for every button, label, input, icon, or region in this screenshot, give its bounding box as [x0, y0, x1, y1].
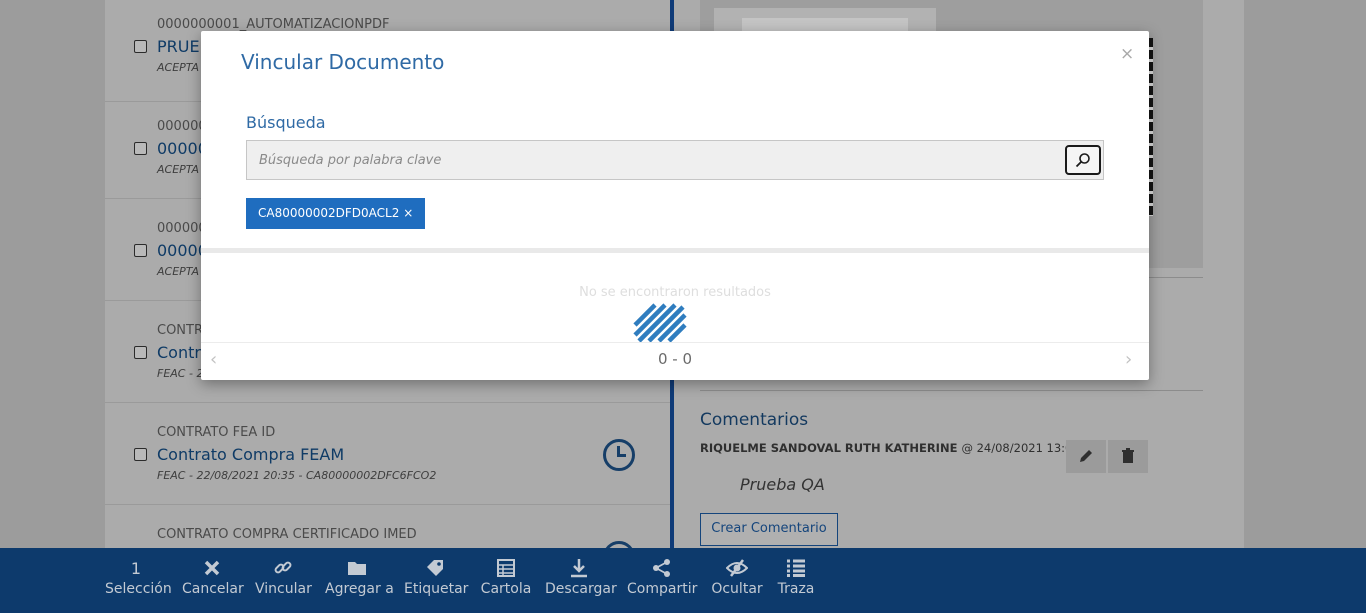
toolbar-label: Cancelar: [182, 581, 244, 597]
list-icon: [776, 556, 816, 580]
left-gutter: [0, 0, 105, 548]
item-code: CONTRATO COMPRA CERTIFICADO IMED: [157, 527, 417, 542]
toolbar-label: Descargar: [545, 581, 617, 597]
item-meta: ACEPTA -: [157, 61, 207, 74]
share-icon: [627, 556, 697, 580]
toolbar-add-to-button[interactable]: Agregar a: [325, 556, 394, 608]
item-title[interactable]: Contrato Compra FEAM: [157, 445, 344, 464]
search-box: [246, 140, 1104, 180]
loading-spinner-icon: [633, 303, 687, 343]
divider: [700, 390, 1203, 391]
search-label: Búsqueda: [246, 113, 326, 132]
delete-comment-button[interactable]: [1108, 440, 1148, 473]
item-checkbox[interactable]: [134, 40, 147, 53]
pencil-icon: [1080, 450, 1092, 462]
trash-icon: [1122, 448, 1134, 463]
item-meta: FEAC - 2: [157, 367, 204, 380]
item-meta: FEAC - 22/08/2021 20:35 - CA80000002DFC6…: [157, 469, 437, 482]
comment-author: RIQUELME SANDOVAL RUTH KATHERINE @ 24/08…: [700, 441, 1080, 455]
comments-title: Comentarios: [700, 410, 809, 430]
toolbar-hide-button[interactable]: Ocultar: [710, 556, 764, 608]
x-icon: [182, 556, 242, 580]
item-meta: ACEPTA -: [157, 163, 207, 176]
toolbar-trace-button[interactable]: Traza: [776, 556, 816, 608]
edit-comment-button[interactable]: [1066, 440, 1106, 473]
create-comment-button[interactable]: Crear Comentario: [700, 513, 838, 546]
item-checkbox[interactable]: [134, 244, 147, 257]
modal-title: Vincular Documento: [241, 50, 445, 74]
toolbar-label: Agregar a: [325, 581, 394, 597]
toolbar-link-button[interactable]: Vincular: [255, 556, 312, 608]
tag-icon: [404, 556, 466, 580]
comment-author-name: RIQUELME SANDOVAL RUTH KATHERINE: [700, 441, 958, 455]
toolbar-label: Ocultar: [711, 581, 763, 597]
item-checkbox[interactable]: [134, 346, 147, 359]
toolbar-label: Traza: [777, 581, 815, 597]
item-code: 000000: [157, 221, 207, 236]
toolbar-tag-button[interactable]: Etiquetar: [404, 556, 469, 608]
right-gutter: [1244, 0, 1366, 548]
list-item[interactable]: CONTRATO FEA ID Contrato Compra FEAM FEA…: [105, 403, 670, 505]
toolbar-label: Cartola: [480, 581, 532, 597]
item-code: 0000000001_AUTOMATIZACIONPDF: [157, 17, 390, 32]
item-title[interactable]: Contr: [157, 343, 201, 362]
search-input[interactable]: [247, 141, 1063, 179]
folder-icon: [325, 556, 389, 580]
toolbar-share-button[interactable]: Compartir: [627, 556, 697, 608]
toolbar-label: Compartir: [627, 581, 698, 597]
item-code: 000000: [157, 119, 207, 134]
bottom-toolbar: 1 Selección Cancelar Vincular Agregar a …: [0, 548, 1366, 613]
toolbar-download-button[interactable]: Descargar: [545, 556, 617, 608]
toolbar-label: Etiquetar: [404, 581, 469, 597]
no-results-message: No se encontraron resultados: [579, 285, 771, 300]
link-document-modal: Vincular Documento × Búsqueda CA80000002…: [201, 31, 1149, 380]
download-icon: [545, 556, 613, 580]
search-icon: [1075, 153, 1090, 168]
selection-count: 1: [130, 558, 142, 578]
selected-tag-chip[interactable]: CA80000002DFD0ACL2 ×: [246, 198, 426, 229]
comment-text: Prueba QA: [740, 475, 825, 494]
item-meta: ACEPTA -: [157, 265, 207, 278]
pager-count: 0 - 0: [657, 350, 693, 368]
toolbar-selection[interactable]: 1 Selección: [105, 556, 172, 608]
eye-slash-icon: [710, 556, 764, 580]
toolbar-label: Vincular: [255, 581, 312, 597]
clock-icon: [603, 439, 635, 471]
pager-divider: [201, 342, 1149, 343]
table-icon: [479, 556, 533, 580]
item-checkbox[interactable]: [134, 142, 147, 155]
link-icon: [255, 556, 311, 580]
item-checkbox[interactable]: [134, 448, 147, 461]
toolbar-cancel-button[interactable]: Cancelar: [182, 556, 244, 608]
preview-edge-strip: [1149, 38, 1153, 216]
item-code: CONTRATO FEA ID: [157, 425, 276, 440]
toolbar-cartola-button[interactable]: Cartola: [479, 556, 533, 608]
close-icon[interactable]: ×: [1120, 44, 1134, 64]
search-button[interactable]: [1065, 145, 1101, 175]
toolbar-label: Selección: [105, 581, 172, 597]
section-separator: [201, 248, 1149, 253]
chevron-right-icon[interactable]: ›: [1125, 349, 1132, 370]
comment-date: @ 24/08/2021 13:07: [961, 441, 1080, 455]
